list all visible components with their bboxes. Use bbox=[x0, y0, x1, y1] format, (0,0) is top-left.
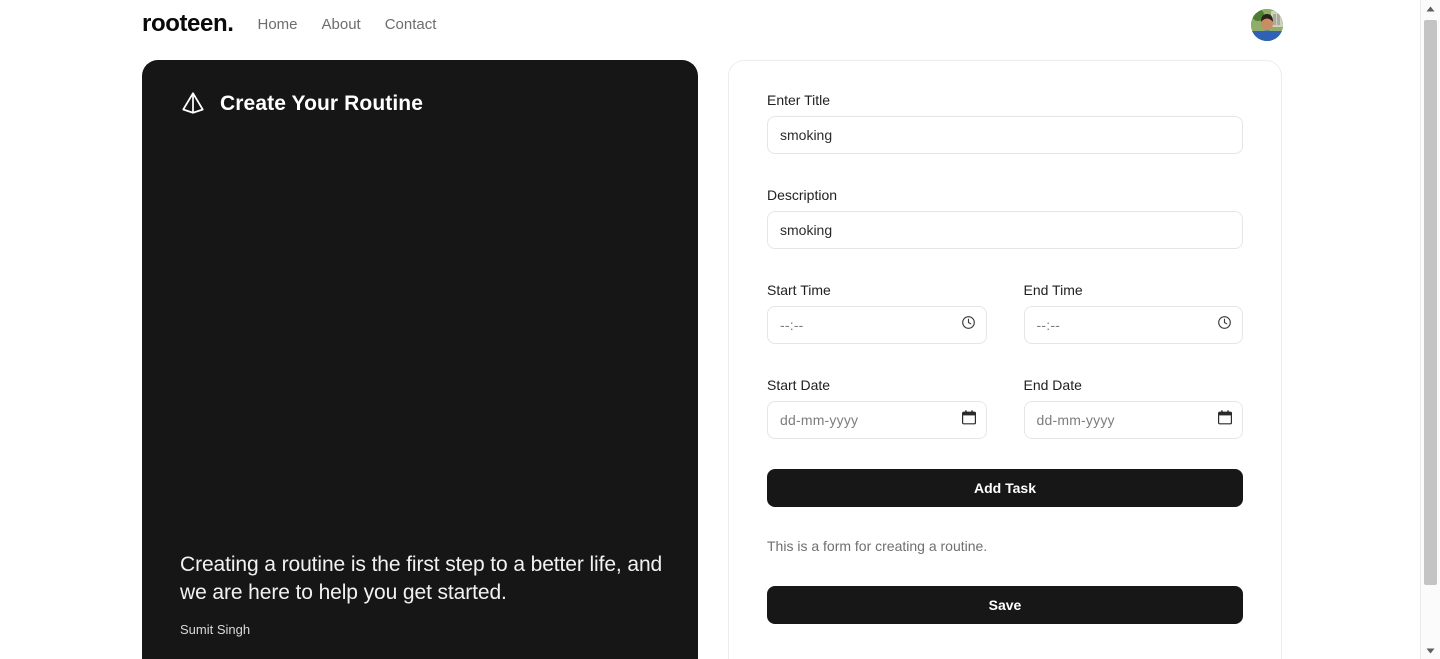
title-input[interactable] bbox=[767, 116, 1243, 154]
calendar-icon[interactable] bbox=[961, 410, 976, 430]
panel-title: Create Your Routine bbox=[220, 91, 423, 115]
vertical-scrollbar[interactable] bbox=[1420, 0, 1440, 659]
main-content: Create Your Routine Creating a routine i… bbox=[0, 60, 1420, 659]
nav-link-about[interactable]: About bbox=[322, 17, 361, 32]
clock-icon[interactable] bbox=[1217, 315, 1232, 335]
start-time-value: --:-- bbox=[780, 317, 804, 333]
quote-block: Creating a routine is the first step to … bbox=[180, 551, 666, 637]
quote-author: Sumit Singh bbox=[180, 622, 251, 637]
routine-form-panel: Enter Title Description Start Time --:-- bbox=[728, 60, 1282, 659]
nav-link-home[interactable]: Home bbox=[257, 17, 297, 32]
panel-header: Create Your Routine bbox=[180, 90, 423, 116]
time-row: Start Time --:-- End Time --:-- bbox=[767, 283, 1243, 344]
end-date-value: dd-mm-yyyy bbox=[1036, 412, 1115, 428]
calendar-icon[interactable] bbox=[1218, 410, 1233, 430]
description-input[interactable] bbox=[767, 211, 1243, 249]
scroll-down-arrow-icon[interactable] bbox=[1421, 642, 1440, 659]
start-date-input[interactable]: dd-mm-yyyy bbox=[767, 401, 987, 439]
description-field-group: Description bbox=[767, 188, 1243, 249]
start-date-label: Start Date bbox=[767, 377, 831, 393]
form-note: This is a form for creating a routine. bbox=[767, 538, 988, 554]
start-time-input[interactable]: --:-- bbox=[767, 306, 987, 344]
end-date-input[interactable]: dd-mm-yyyy bbox=[1023, 401, 1243, 439]
start-date-field-group: Start Date dd-mm-yyyy bbox=[767, 378, 987, 439]
end-time-field-group: End Time --:-- bbox=[1023, 282, 1243, 344]
add-task-button[interactable]: Add Task bbox=[767, 469, 1243, 507]
date-row: Start Date dd-mm-yyyy End Date dd-mm-yyy… bbox=[767, 378, 1243, 439]
start-date-value: dd-mm-yyyy bbox=[780, 412, 859, 428]
nav-link-contact[interactable]: Contact bbox=[385, 17, 437, 32]
scrollbar-thumb[interactable] bbox=[1424, 20, 1437, 585]
end-time-label: End Time bbox=[1023, 282, 1083, 298]
scroll-up-arrow-icon[interactable] bbox=[1421, 0, 1440, 17]
quote-text: Creating a routine is the first step to … bbox=[180, 553, 663, 604]
title-field-group: Enter Title bbox=[767, 93, 1243, 154]
start-time-field-group: Start Time --:-- bbox=[767, 283, 987, 344]
clock-icon[interactable] bbox=[961, 315, 976, 335]
end-time-input[interactable]: --:-- bbox=[1023, 306, 1243, 344]
end-date-field-group: End Date dd-mm-yyyy bbox=[1023, 377, 1243, 439]
triangle-prism-logo-icon bbox=[180, 90, 206, 116]
routine-form: Enter Title Description Start Time --:-- bbox=[767, 93, 1243, 624]
description-field-label: Description bbox=[767, 187, 838, 203]
title-field-label: Enter Title bbox=[767, 92, 831, 108]
top-navigation-bar: rooteen. Home About Contact bbox=[0, 0, 1420, 48]
start-time-label: Start Time bbox=[767, 282, 831, 298]
brand-logo-text[interactable]: rooteen. bbox=[142, 12, 234, 36]
main-nav-links: Home About Contact bbox=[257, 17, 436, 32]
end-time-value: --:-- bbox=[1036, 317, 1061, 333]
avatar[interactable] bbox=[1251, 9, 1283, 41]
browser-viewport: rooteen. Home About Contact Create Your … bbox=[0, 0, 1420, 659]
save-button[interactable]: Save bbox=[767, 586, 1243, 624]
end-date-label: End Date bbox=[1023, 377, 1082, 393]
create-routine-panel: Create Your Routine Creating a routine i… bbox=[142, 60, 698, 659]
